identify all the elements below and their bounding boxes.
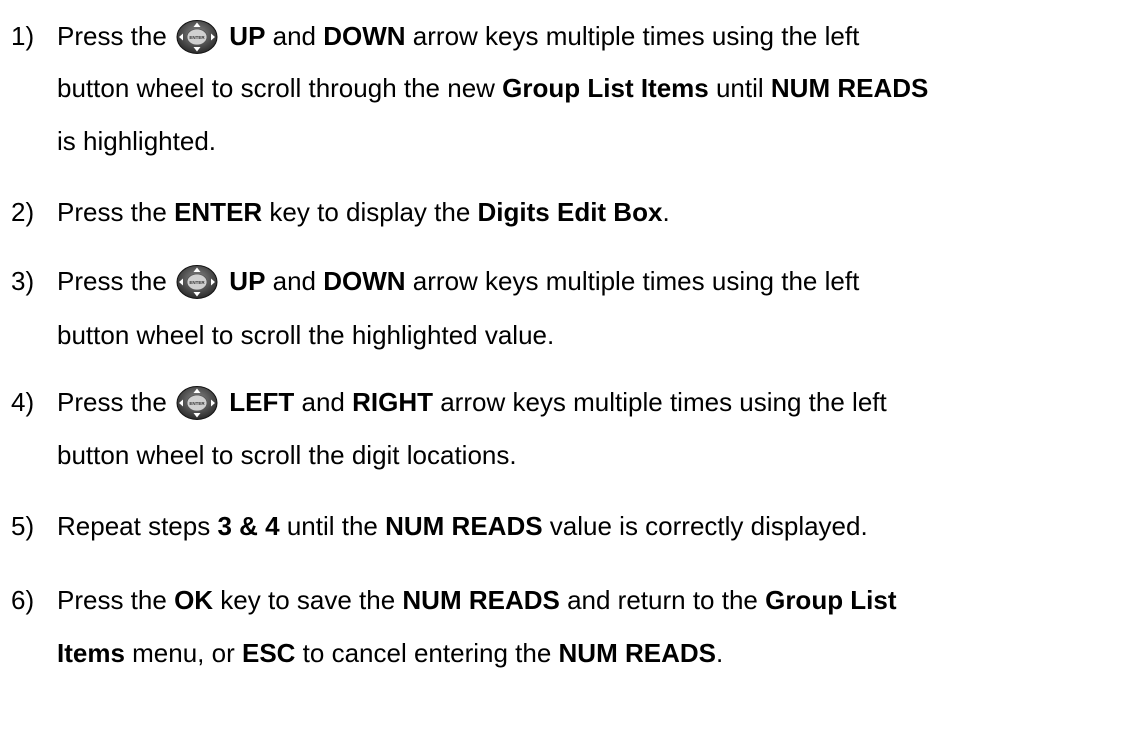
step-2-line-1: 2) Press the ENTER key to display the Di…: [0, 193, 1135, 231]
text-segment: key to display the: [262, 197, 478, 227]
text-segment: value is correctly displayed.: [542, 511, 868, 541]
button-wheel-icon: ENTER: [176, 265, 218, 299]
text-segment: Press the: [57, 21, 175, 51]
text-segment: Digits Edit Box: [477, 197, 663, 227]
text-segment: Press the: [57, 387, 175, 417]
text-segment: until the: [279, 511, 386, 541]
step-number: 3): [11, 266, 35, 296]
text-segment: Press the: [57, 197, 175, 227]
step-text: Items menu, or ESC to cancel entering th…: [57, 634, 723, 672]
step-number: 4): [11, 387, 35, 417]
text-segment: ESC: [241, 638, 296, 668]
text-segment: DOWN: [323, 21, 406, 51]
text-segment: UP: [222, 21, 266, 51]
text-segment: 3 & 4: [217, 511, 280, 541]
step-6-line-1: 6) Press the OK key to save the NUM READ…: [0, 581, 1135, 619]
text-segment: and: [265, 266, 324, 296]
wheel-enter-label: ENTER: [189, 280, 205, 285]
text-segment: OK: [174, 585, 214, 615]
text-segment: menu, or: [124, 638, 242, 668]
text-segment: and: [294, 387, 353, 417]
step-number: 6): [11, 585, 35, 615]
step-1-line-1: 1) Press the ENTER UP and DOWN arrow key…: [0, 17, 1135, 55]
step-4-line-1: 4) Press the ENTER LEFT and RIGHT arrow …: [0, 383, 1135, 421]
step-text: Repeat steps 3 & 4 until the NUM READS v…: [57, 507, 868, 545]
step-text: Press the ENTER UP and DOWN arrow keys m…: [57, 17, 859, 55]
text-segment: arrow keys multiple times using the left: [433, 387, 887, 417]
text-segment: Press the: [57, 266, 175, 296]
text-segment: is highlighted.: [57, 126, 216, 156]
step-text: is highlighted.: [57, 122, 216, 160]
text-segment: arrow keys multiple times using the left: [405, 21, 860, 51]
text-segment: NUM READS: [402, 585, 560, 615]
text-segment: DOWN: [323, 266, 406, 296]
step-text: button wheel to scroll through the new G…: [57, 69, 928, 107]
step-1-line-2: button wheel to scroll through the new G…: [0, 69, 1135, 107]
step-number: 2): [11, 197, 35, 227]
text-segment: Group List: [765, 585, 897, 615]
step-text: Press the ENTER key to display the Digit…: [57, 193, 670, 231]
step-3-line-1: 3) Press the ENTER UP and DOWN arrow key…: [0, 262, 1135, 300]
text-segment: Items: [57, 638, 125, 668]
text-segment: Press the: [57, 585, 175, 615]
step-5-line-1: 5) Repeat steps 3 & 4 until the NUM READ…: [0, 507, 1135, 545]
step-6-line-2: Items menu, or ESC to cancel entering th…: [0, 634, 1135, 672]
button-wheel-icon: ENTER: [176, 386, 218, 420]
text-segment: to cancel entering the: [295, 638, 559, 668]
step-number: 5): [11, 511, 35, 541]
text-segment: arrow keys multiple times using the left: [405, 266, 860, 296]
text-segment: NUM READS: [558, 638, 716, 668]
wheel-enter-label: ENTER: [189, 35, 205, 40]
text-segment: ENTER: [174, 197, 263, 227]
text-segment: RIGHT: [352, 387, 433, 417]
text-segment: button wheel to scroll the highlighted v…: [57, 320, 555, 350]
text-segment: .: [662, 197, 670, 227]
text-segment: NUM READS: [770, 73, 929, 103]
text-segment: LEFT: [222, 387, 295, 417]
text-segment: NUM READS: [385, 511, 543, 541]
step-text: Press the ENTER LEFT and RIGHT arrow key…: [57, 383, 887, 421]
button-wheel-icon: ENTER: [176, 20, 218, 54]
text-segment: and: [265, 21, 324, 51]
text-segment: Group List Items: [502, 73, 709, 103]
step-number: 1): [11, 21, 35, 51]
step-text: button wheel to scroll the highlighted v…: [57, 316, 554, 354]
text-segment: button wheel to scroll through the new: [57, 73, 503, 103]
step-4-line-2: button wheel to scroll the digit locatio…: [0, 436, 1135, 474]
text-segment: UP: [222, 266, 266, 296]
instruction-steps: 1) Press the ENTER UP and DOWN arrow key…: [0, 0, 1135, 754]
step-text: Press the ENTER UP and DOWN arrow keys m…: [57, 262, 859, 300]
step-text: Press the OK key to save the NUM READS a…: [57, 581, 897, 619]
text-segment: .: [715, 638, 724, 668]
text-segment: until: [708, 73, 771, 103]
text-segment: and return to the: [559, 585, 766, 615]
step-text: button wheel to scroll the digit locatio…: [57, 436, 517, 474]
text-segment: key to save the: [213, 585, 403, 615]
text-segment: button wheel to scroll the digit locatio…: [57, 440, 517, 470]
text-segment: Repeat steps: [57, 511, 218, 541]
step-1-line-3: is highlighted.: [0, 122, 1135, 160]
step-3-line-2: button wheel to scroll the highlighted v…: [0, 316, 1135, 354]
wheel-enter-label: ENTER: [189, 401, 205, 406]
